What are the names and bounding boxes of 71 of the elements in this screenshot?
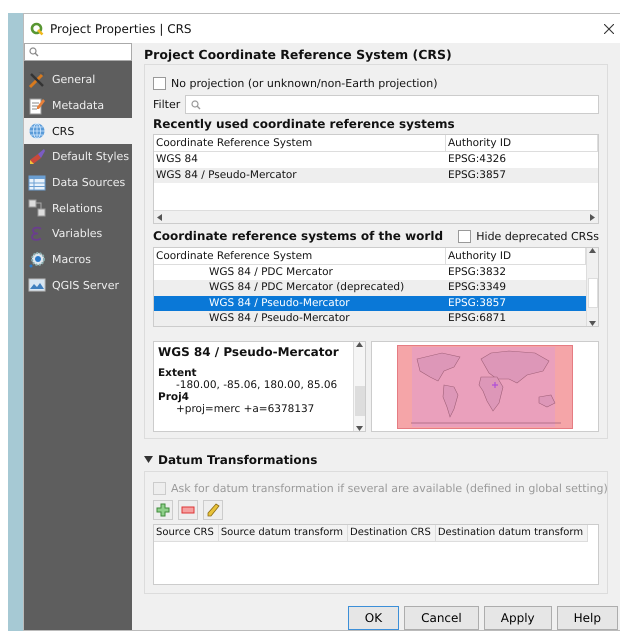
sidebar-item[interactable]: CRS bbox=[24, 118, 132, 144]
sidebar-item[interactable]: Data Sources bbox=[24, 170, 132, 196]
relations-icon bbox=[28, 199, 46, 218]
section-title: Project Coordinate Reference System (CRS) bbox=[144, 47, 453, 62]
dialog-button[interactable]: Apply bbox=[484, 606, 552, 630]
column-header[interactable]: Authority ID bbox=[446, 135, 598, 151]
scroll-arrow-icon[interactable] bbox=[589, 248, 596, 253]
scroll-arrow-icon[interactable] bbox=[356, 426, 363, 431]
scrollbar[interactable] bbox=[353, 342, 365, 431]
document-icon bbox=[28, 96, 46, 115]
sidebar-item[interactable]: Variables bbox=[24, 221, 132, 247]
column-header[interactable]: Source datum transform bbox=[218, 525, 348, 541]
sidebar-item[interactable]: Metadata bbox=[24, 92, 132, 118]
window-title: Project Properties | CRS bbox=[50, 22, 193, 36]
sidebar-item[interactable]: Default Styles bbox=[24, 144, 132, 170]
search-icon bbox=[29, 47, 39, 57]
column-header[interactable]: Destination CRS bbox=[348, 525, 436, 541]
scrollbar[interactable] bbox=[586, 248, 598, 326]
minus-icon bbox=[181, 506, 195, 514]
detail-value: -180.00, -85.06, 180.00, 85.06 bbox=[175, 379, 338, 391]
detail-value: +proj=merc +a=6378137 bbox=[175, 403, 316, 415]
scroll-arrow-icon[interactable] bbox=[356, 342, 363, 347]
scroll-arrow-icon[interactable] bbox=[157, 214, 162, 220]
gear-icon bbox=[28, 250, 46, 269]
dialog-button[interactable]: Cancel bbox=[404, 606, 479, 630]
table-row[interactable]: WGS 84 / PDC Mercator (deprecated) EPSG:3349 bbox=[154, 280, 586, 296]
filter-field[interactable] bbox=[185, 95, 599, 114]
app-logo-icon bbox=[30, 22, 44, 36]
sidebar-item[interactable]: QGIS Server bbox=[24, 272, 132, 298]
checkbox-label: No projection (or unknown/non-Earth projection) bbox=[171, 76, 438, 90]
detail-heading: Proj4 bbox=[158, 391, 190, 403]
sidebar-item[interactable]: General bbox=[24, 67, 132, 93]
close-icon[interactable] bbox=[604, 24, 614, 34]
section-title: Datum Transformations bbox=[158, 453, 318, 467]
remove-button[interactable] bbox=[178, 500, 198, 520]
checkbox-label: Hide deprecated CRSs bbox=[476, 230, 599, 242]
tools-icon bbox=[28, 70, 46, 89]
crs-name: WGS 84 / Pseudo-Mercator bbox=[158, 345, 340, 359]
dialog-button[interactable]: Help bbox=[556, 606, 618, 630]
add-button[interactable] bbox=[153, 500, 173, 520]
detail-heading: Extent bbox=[158, 367, 198, 379]
checkbox[interactable] bbox=[153, 76, 166, 90]
collapse-arrow-icon[interactable] bbox=[144, 456, 153, 464]
scrollbar[interactable] bbox=[154, 210, 598, 223]
paintbrush-icon bbox=[28, 148, 46, 166]
scroll-arrow-icon[interactable] bbox=[589, 321, 596, 326]
plus-icon bbox=[156, 503, 170, 517]
table-row[interactable]: WGS 84 / PDC Mercator EPSG:3832 bbox=[154, 265, 586, 280]
table-row[interactable]: WGS 84 / Pseudo-Mercator EPSG:3857 bbox=[154, 168, 598, 183]
pencil-icon bbox=[206, 503, 220, 517]
sidebar-item[interactable]: Relations bbox=[24, 195, 132, 222]
section-title: Coordinate reference systems of the world bbox=[153, 229, 444, 243]
column-header[interactable]: Coordinate Reference System bbox=[154, 248, 446, 264]
globe-icon bbox=[28, 122, 46, 140]
dialog-button[interactable]: OK bbox=[348, 606, 400, 630]
column-header[interactable]: Destination datum transform bbox=[436, 525, 588, 541]
filter-label: Filter bbox=[153, 98, 180, 111]
edit-button[interactable] bbox=[203, 500, 223, 520]
map-window-icon bbox=[28, 276, 46, 294]
checkbox-label: Ask for datum transformation if several are available (defined in global setting) bbox=[171, 482, 608, 495]
table-row[interactable]: WGS 84 / Pseudo-Mercator EPSG:3857 bbox=[154, 296, 586, 311]
checkbox[interactable] bbox=[458, 230, 472, 242]
column-header[interactable]: Coordinate Reference System bbox=[154, 135, 446, 151]
section-title: Recently used coordinate reference systems bbox=[153, 117, 456, 131]
column-header[interactable]: Source CRS bbox=[154, 525, 219, 541]
search-field[interactable] bbox=[24, 43, 132, 61]
scroll-arrow-icon[interactable] bbox=[590, 214, 595, 220]
search-icon bbox=[191, 100, 202, 110]
table-icon bbox=[28, 174, 46, 192]
sidebar-item[interactable]: Macros bbox=[24, 246, 132, 272]
table-row[interactable]: WGS 84 / Pseudo-Mercator EPSG:6871 bbox=[154, 310, 586, 326]
